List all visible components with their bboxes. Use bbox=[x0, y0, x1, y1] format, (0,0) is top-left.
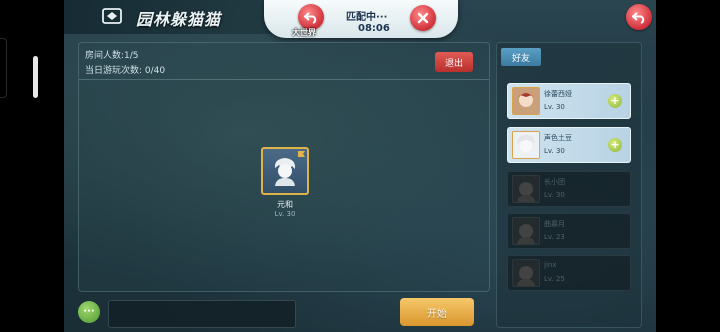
daily-play-count: 当日游玩次数: 0/40 bbox=[85, 66, 166, 76]
room-panel: 房间人数:1/5 当日游玩次数: 0/40 退出 元和 Lv. 30 bbox=[78, 42, 490, 292]
friend-name: 声色土豆 bbox=[544, 134, 572, 142]
character-portrait-icon bbox=[517, 266, 535, 286]
room-info-bar: 房间人数:1/5 当日游玩次数: 0/40 退出 bbox=[79, 43, 489, 80]
world-label: 大世界 bbox=[292, 28, 316, 37]
back-button[interactable] bbox=[626, 4, 652, 30]
game-screen: 园林躲猫猫 大世界 匹配中··· 08:06 房间人数:1/5 当日游玩次数: … bbox=[64, 0, 656, 332]
friend-level: Lv. 25 bbox=[544, 275, 565, 283]
friend-panel: 好友 徐蕾西娅 Lv. 30 + 声色土豆 Lv. 30 + 长小团 Lv. 3… bbox=[496, 42, 642, 328]
mode-title: 园林躲猫猫 bbox=[136, 10, 222, 29]
friend-level: Lv. 30 bbox=[544, 191, 565, 199]
side-button bbox=[0, 38, 7, 98]
friend-name: 长小团 bbox=[544, 178, 565, 186]
character-portrait-icon bbox=[513, 132, 539, 158]
friend-avatar bbox=[512, 131, 540, 159]
friend-name: 曲慕月 bbox=[544, 220, 565, 228]
tab-friends[interactable]: 好友 bbox=[501, 48, 541, 66]
match-timer: 08:06 bbox=[358, 23, 390, 34]
character-portrait-icon bbox=[517, 182, 535, 202]
side-pill bbox=[33, 56, 38, 98]
close-icon bbox=[417, 12, 429, 24]
friend-level: Lv. 30 bbox=[544, 147, 565, 155]
phone-bezel-left bbox=[0, 0, 64, 332]
friend-name: 徐蕾西娅 bbox=[544, 90, 572, 98]
friend-avatar bbox=[512, 259, 540, 287]
phone-bezel-right bbox=[656, 0, 720, 332]
character-portrait-icon bbox=[513, 88, 539, 114]
chat-input[interactable] bbox=[108, 300, 296, 328]
room-player-count: 房间人数:1/5 bbox=[85, 51, 139, 61]
mode-icon bbox=[102, 8, 122, 24]
invite-plus-icon[interactable]: + bbox=[608, 94, 622, 108]
friend-avatar bbox=[512, 217, 540, 245]
friend-item[interactable]: jinx Lv. 25 bbox=[507, 255, 631, 291]
friend-item[interactable]: 声色土豆 Lv. 30 + bbox=[507, 127, 631, 163]
friend-avatar bbox=[512, 87, 540, 115]
friend-item[interactable]: 徐蕾西娅 Lv. 30 + bbox=[507, 83, 631, 119]
character-portrait-icon bbox=[274, 158, 296, 186]
match-status: 匹配中··· bbox=[346, 12, 388, 23]
room-member[interactable]: 元和 Lv. 30 bbox=[261, 147, 309, 218]
character-portrait-icon bbox=[517, 224, 535, 244]
cancel-match-button[interactable] bbox=[410, 5, 436, 31]
match-header: 大世界 匹配中··· 08:06 bbox=[264, 0, 458, 38]
member-name: 元和 bbox=[277, 200, 293, 209]
return-arrow-icon bbox=[304, 12, 317, 24]
start-button[interactable]: 开始 bbox=[400, 298, 474, 326]
friend-level: Lv. 30 bbox=[544, 103, 565, 111]
friend-item[interactable]: 长小团 Lv. 30 bbox=[507, 171, 631, 207]
friend-level: Lv. 23 bbox=[544, 233, 565, 241]
chat-bubble-icon: ··· bbox=[83, 306, 95, 317]
friend-name: jinx bbox=[544, 261, 557, 269]
back-arrow-icon bbox=[632, 12, 645, 24]
friend-avatar bbox=[512, 175, 540, 203]
member-level: Lv. 30 bbox=[274, 210, 296, 218]
exit-room-button[interactable]: 退出 bbox=[435, 52, 473, 72]
member-avatar bbox=[261, 147, 309, 195]
invite-plus-icon[interactable]: + bbox=[608, 138, 622, 152]
friend-item[interactable]: 曲慕月 Lv. 23 bbox=[507, 213, 631, 249]
host-flag-icon bbox=[298, 151, 305, 157]
chat-button[interactable]: ··· bbox=[78, 301, 100, 323]
